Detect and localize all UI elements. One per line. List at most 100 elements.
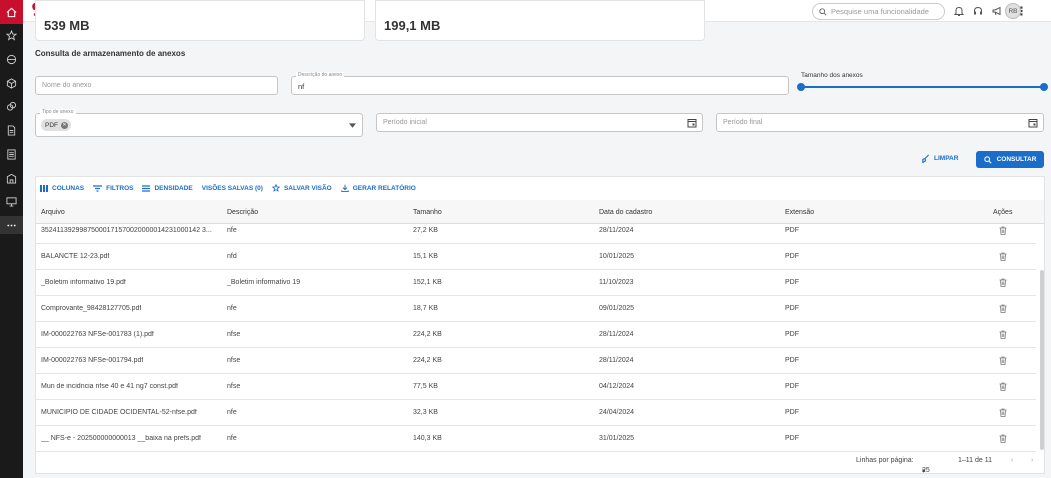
cell-data: 11/10/2023: [599, 279, 634, 286]
table-row[interactable]: Mun de incidncia nfse 40 e 41 ng7 const.…: [36, 374, 1036, 400]
sidebar-item-buildings[interactable]: [0, 169, 23, 187]
storage-card-attachments: 199,1 MB: [375, 0, 705, 41]
generate-report-button[interactable]: GERAR RELATÓRIO: [341, 184, 416, 192]
headset-icon[interactable]: [972, 5, 984, 17]
cell-tamanho: 224,2 KB: [413, 357, 442, 364]
pdf-chip: PDF ✕: [41, 119, 71, 131]
cell-data: 31/01/2025: [599, 435, 635, 442]
descricao-anexo-label: Descrição do anexo: [296, 72, 345, 78]
filters-button[interactable]: FILTROS: [93, 184, 133, 192]
limpar-button[interactable]: LIMPAR: [921, 154, 958, 163]
column-header-tamanho[interactable]: Tamanho: [413, 209, 442, 216]
periodo-inicial-field[interactable]: Período inicial: [376, 113, 703, 132]
cell-arquivo: MUNICIPIO DE CIDADE OCIDENTAL-52-nfse.pd…: [41, 409, 197, 416]
sidebar-item-box[interactable]: [0, 74, 23, 92]
broom-icon: [922, 154, 930, 163]
search-input[interactable]: Pesquise uma funcionalidade: [812, 3, 945, 20]
column-header-acoes: Ações: [993, 209, 1013, 216]
cell-arquivo: Comprovante_98428127705.pdf: [41, 305, 142, 312]
section-title: Consulta de armazenamento de anexos: [35, 49, 186, 58]
search-icon: [983, 155, 992, 164]
columns-icon: [40, 184, 48, 192]
columns-button[interactable]: COLUNAS: [40, 184, 84, 192]
delete-icon[interactable]: [999, 278, 1007, 287]
cell-arquivo: IM-000022763 NFSe-001783 (1).pdf: [41, 331, 154, 338]
sidebar-item-global[interactable]: [0, 50, 23, 68]
cell-descricao: _Boletim informativo 19: [227, 279, 301, 286]
sidebar-item-finance[interactable]: [0, 97, 23, 115]
table-row[interactable]: _Boletim informativo 19.pdf _Boletim info…: [36, 270, 1036, 296]
search-placeholder: Pesquise uma funcionalidade: [831, 7, 929, 16]
calendar-icon[interactable]: [1028, 118, 1038, 128]
column-header-arquivo[interactable]: Arquivo: [41, 209, 65, 216]
saved-views-button[interactable]: VISÕES SALVAS (0): [202, 184, 263, 192]
save-view-button[interactable]: SALVAR VISÃO: [271, 184, 332, 192]
delete-icon[interactable]: [999, 408, 1007, 417]
sidebar-item-documents[interactable]: [0, 121, 23, 139]
nome-anexo-field[interactable]: Nome do anexo: [35, 76, 278, 95]
table-toolbar: COLUNAS FILTROS DENSIDADE VISÕES SALVAS …: [40, 184, 416, 192]
cell-data: 10/01/2025: [599, 253, 635, 260]
columns-label: COLUNAS: [52, 184, 85, 192]
cell-descricao: nfse: [227, 357, 241, 364]
cell-data: 28/11/2024: [599, 331, 634, 338]
delete-icon[interactable]: [999, 252, 1007, 261]
sidebar-item-reports[interactable]: [0, 145, 23, 163]
table-row[interactable]: IM-000022763 NFSe-001794.pdf nfse 224,2 KB…: [36, 348, 1036, 374]
slider-thumb-max[interactable]: [1040, 83, 1048, 91]
scrollbar[interactable]: [1040, 270, 1044, 450]
cell-extensao: PDF: [785, 357, 799, 364]
column-header-extensao[interactable]: Extensão: [785, 209, 814, 216]
table-row[interactable]: Comprovante_98428127705.pdf nfe 18,7 KB 09/…: [36, 296, 1036, 322]
column-header-descricao[interactable]: Descrição: [227, 209, 258, 216]
cell-extensao: PDF: [785, 227, 799, 234]
cell-extensao: PDF: [785, 435, 799, 442]
table-footer: Linhas por página: 25 ▾ 1–11 de 11 ‹ ›: [36, 447, 1044, 475]
sidebar-item-more[interactable]: [0, 216, 23, 234]
delete-icon[interactable]: [999, 304, 1007, 313]
next-page-icon[interactable]: ›: [1031, 457, 1033, 464]
descricao-anexo-field[interactable]: Descrição do anexo nf: [291, 72, 789, 95]
storage-card-total: 539 MB: [35, 0, 365, 41]
tipo-anexo-select[interactable]: Tipo de anexo PDF ✕: [35, 109, 363, 137]
calendar-icon[interactable]: [687, 118, 697, 128]
data-table: COLUNAS FILTROS DENSIDADE VISÕES SALVAS …: [35, 176, 1045, 475]
delete-icon[interactable]: [999, 330, 1007, 339]
table-row[interactable]: 3524113929987500017157002000001423100014…: [36, 218, 1036, 244]
table-row[interactable]: MUNICIPIO DE CIDADE OCIDENTAL-52-nfse.pd…: [36, 400, 1036, 426]
cell-tamanho: 27,2 KB: [413, 227, 438, 234]
column-header-data[interactable]: Data do cadastro: [599, 209, 652, 216]
chip-remove-icon[interactable]: ✕: [61, 121, 68, 129]
cell-descricao: nfe: [227, 227, 237, 234]
home-icon: [6, 7, 17, 17]
delete-icon[interactable]: [999, 356, 1007, 365]
prev-page-icon[interactable]: ‹: [1011, 457, 1013, 464]
density-button[interactable]: DENSIDADE: [142, 184, 193, 192]
delete-icon[interactable]: [999, 226, 1007, 235]
rows-per-page-label: Linhas por página:: [856, 457, 914, 464]
periodo-final-field[interactable]: Período final: [716, 113, 1044, 132]
presentation-icon: [6, 196, 17, 207]
megaphone-icon[interactable]: [991, 5, 1003, 17]
consultar-button[interactable]: CONSULTAR: [976, 151, 1044, 168]
delete-icon[interactable]: [999, 382, 1007, 391]
globe-icon: [6, 54, 17, 64]
bell-icon[interactable]: [953, 5, 965, 17]
save-view-label: SALVAR VISÃO: [283, 184, 332, 192]
chevron-down-icon: [349, 123, 356, 128]
sidebar-item-favorites[interactable]: [0, 26, 23, 44]
avatar[interactable]: RB: [1005, 3, 1021, 19]
cell-tamanho: 140,3 KB: [413, 435, 442, 442]
table-row[interactable]: BALANCTE 12-23.pdf nfd 15,1 KB 10/01/2025 PD…: [36, 244, 1036, 270]
cell-data: 28/11/2024: [599, 357, 634, 364]
caret-down-icon: ▾: [922, 468, 926, 475]
delete-icon[interactable]: [999, 434, 1007, 443]
tamanho-anexos-slider[interactable]: [800, 86, 1044, 88]
slider-thumb-min[interactable]: [797, 83, 805, 91]
coins-icon: [6, 101, 17, 111]
cell-extensao: PDF: [785, 383, 799, 390]
home-button[interactable]: [0, 0, 23, 24]
filter-lines-icon: [93, 184, 103, 192]
table-row[interactable]: IM-000022763 NFSe-001783 (1).pdf nfse 224,…: [36, 322, 1036, 348]
sidebar-item-presentation[interactable]: [0, 192, 23, 210]
